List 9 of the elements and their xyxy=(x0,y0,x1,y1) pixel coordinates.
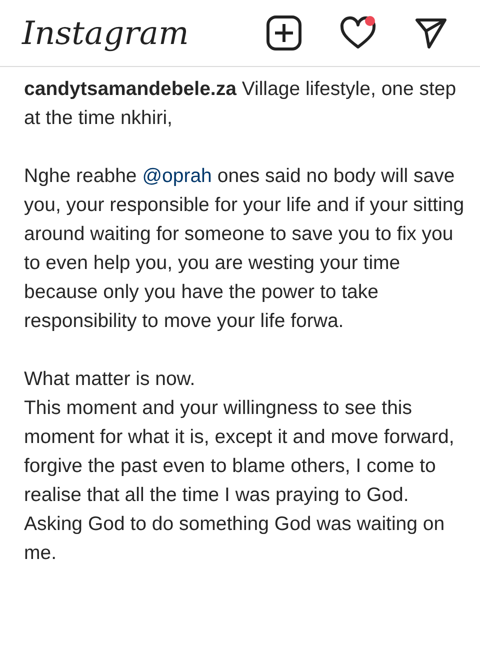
instagram-logo: Instagram xyxy=(22,14,189,52)
send-icon[interactable] xyxy=(414,16,448,50)
caption-text: candytsamandebele.za Village lifestyle, one step at the time nkhiri, xyxy=(24,77,458,131)
add-post-icon[interactable] xyxy=(266,15,302,51)
caption-text: What matter is now. xyxy=(24,367,196,392)
mention-link[interactable]: @oprah xyxy=(142,165,212,187)
caption-text: This moment and your willingness to see this moment for what it is, except it and move forward, forgive the past even to blame others, I come to realise that all the time I was praying to God. Asking God to do something God was waiting on me. xyxy=(24,396,456,566)
caption-text: Nghe reabhe @oprah ones said no body will save you, your responsible for your life and if your sitting around waiting for someone to save you to fix you to even help you, you are westing your time because only you have the power to take responsibility to move your life forwa. xyxy=(24,164,466,334)
heart-icon[interactable] xyxy=(338,15,378,51)
